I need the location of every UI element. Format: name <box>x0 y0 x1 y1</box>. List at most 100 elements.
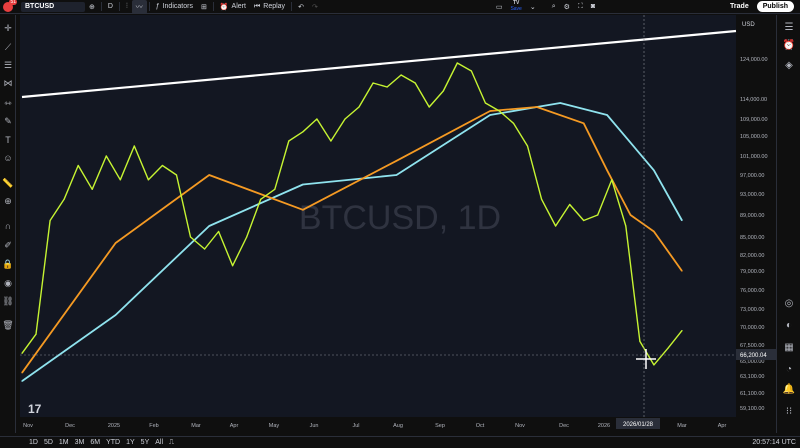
data-point <box>653 169 655 171</box>
y-tick-label: 63,100.00 <box>740 374 764 380</box>
redo-button[interactable]: ↷ <box>308 0 322 14</box>
price-chart[interactable]: BTCUSD, 1D 124,000.00 114,000.00 109,000.0… <box>20 15 776 433</box>
trash-icon[interactable]: 🗑 <box>2 320 13 330</box>
data-point <box>428 106 430 108</box>
range-button-6m[interactable]: 6M <box>87 439 103 446</box>
x-tick-label: May <box>269 423 280 429</box>
date-range-icon[interactable]: ⎍ <box>166 439 177 447</box>
emoji-tool-icon[interactable]: ☺ <box>3 153 13 163</box>
data-point <box>569 203 571 206</box>
data-point <box>274 188 276 190</box>
chevron-down-button[interactable]: ⌄ <box>526 0 540 14</box>
watchlist-icon[interactable]: ☰ <box>783 21 795 33</box>
y-tick-label: 93,000.00 <box>740 192 764 198</box>
notifications-icon[interactable]: 🔔 <box>783 383 795 395</box>
range-button-5y[interactable]: 5Y <box>138 439 153 446</box>
layers-icon[interactable]: ◈ <box>783 59 795 71</box>
data-point <box>115 314 117 316</box>
line-style-button[interactable]: 〰 <box>131 0 147 14</box>
data-point <box>653 364 655 366</box>
bar-style-button[interactable]: ⫶ <box>122 0 132 14</box>
data-point <box>91 188 93 190</box>
data-point <box>559 102 561 104</box>
feed-icon[interactable]: ◔ <box>783 363 795 375</box>
x-tick-label: Feb <box>149 423 158 429</box>
eye-icon[interactable]: ◉ <box>3 278 13 288</box>
data-point <box>400 74 402 76</box>
utc-clock[interactable]: 20:57:14 UTC <box>752 439 796 446</box>
data-point <box>625 225 627 227</box>
data-point <box>189 236 192 238</box>
data-point <box>386 86 388 88</box>
trade-button[interactable]: Trade <box>726 0 753 14</box>
link-icon[interactable]: ⛓ <box>2 296 13 306</box>
data-point <box>611 179 613 181</box>
zoom-in-icon[interactable]: ⊕ <box>3 196 13 206</box>
trade-label: Trade <box>730 3 749 10</box>
data-point <box>246 236 248 238</box>
settings-button[interactable]: ⚙ <box>560 0 574 14</box>
widget-bar: ☰ ⏰ ◈ ◎ ◐ ▦ ◔ 🔔 ⁝⁝ <box>776 15 800 433</box>
range-button-1y[interactable]: 1Y <box>123 439 138 446</box>
data-point <box>21 372 23 374</box>
notification-badge: 51 <box>9 0 17 5</box>
publish-button[interactable]: Publish <box>756 1 794 12</box>
y-tick-label: 76,000.00 <box>740 288 764 294</box>
data-point <box>204 248 206 250</box>
x-tick-label: Jul <box>352 423 359 429</box>
data-point <box>35 333 37 335</box>
interval-button[interactable]: D <box>104 0 117 14</box>
x-tick-label: Jun <box>310 423 319 429</box>
text-tool-icon[interactable]: T <box>3 135 13 145</box>
x-tick-label: Oct <box>476 423 485 429</box>
projection-tool-icon[interactable]: ⇿ <box>3 98 13 108</box>
alert-button[interactable]: ⏰ Alert <box>216 0 250 14</box>
ruler-icon[interactable]: 📏 <box>2 178 13 188</box>
replay-button[interactable]: ⏮ Replay <box>250 0 289 14</box>
range-button-5d[interactable]: 5D <box>41 439 56 446</box>
magnet-icon[interactable]: ∩ <box>3 221 13 231</box>
apps-icon[interactable]: ⁝⁝ <box>783 405 795 417</box>
alarm-icon: ⏰ <box>219 3 229 11</box>
range-button-1m[interactable]: 1M <box>56 439 72 446</box>
data-point <box>583 219 585 222</box>
avatar[interactable]: 51 <box>3 0 17 12</box>
brush-tool-icon[interactable]: ✎ <box>3 116 13 126</box>
trendline-tool-icon[interactable]: ⟋ <box>3 42 13 52</box>
snapshot-button[interactable]: ◙ <box>587 0 599 14</box>
chart-pane[interactable]: BTCUSD, 1D 124,000.00 114,000.00 109,000.0… <box>20 15 776 433</box>
replay-icon: ⏮ <box>253 2 261 10</box>
interval-label: D <box>107 3 113 10</box>
data-point <box>512 122 515 124</box>
data-point <box>489 110 491 112</box>
fullscreen-button[interactable]: ⛶ <box>574 0 587 14</box>
pattern-tool-icon[interactable]: ⋈ <box>3 78 13 88</box>
lock-icon[interactable]: 🔒 <box>2 259 13 269</box>
x-tick-label: Dec <box>65 423 75 429</box>
save-button[interactable]: TV Save <box>506 0 525 14</box>
layout-button[interactable]: ▭ <box>492 0 507 14</box>
alerts-icon[interactable]: ⏰ <box>783 39 795 51</box>
crosshair-icon[interactable]: ✛ <box>3 23 13 33</box>
range-button-ytd[interactable]: YTD <box>103 439 123 446</box>
redo-icon: ↷ <box>311 3 318 11</box>
undo-button[interactable]: ↶ <box>294 0 308 14</box>
add-symbol-button[interactable]: ⊕ <box>85 0 99 14</box>
pencil-lock-icon[interactable]: ✐ <box>3 240 13 250</box>
x-tick-label: Sep <box>435 423 445 429</box>
fib-tool-icon[interactable]: ☰ <box>3 60 13 70</box>
range-button-1d[interactable]: 1D <box>26 439 41 446</box>
range-button-all[interactable]: All <box>152 439 166 446</box>
target-icon[interactable]: ◎ <box>783 297 795 309</box>
data-point <box>316 118 318 120</box>
calendar-icon[interactable]: ▦ <box>783 341 795 353</box>
templates-button[interactable]: ⊞ <box>197 0 211 14</box>
search-button[interactable]: ⌕ <box>548 0 560 14</box>
symbol-search[interactable]: BTCUSD <box>21 1 85 12</box>
y-tick-label: 82,000.00 <box>740 253 764 259</box>
range-button-3m[interactable]: 3M <box>72 439 88 446</box>
indicators-button[interactable]: ƒ Indicators <box>152 0 197 14</box>
data-point <box>681 330 683 332</box>
hotlist-icon[interactable]: ◐ <box>783 319 795 331</box>
divider <box>148 2 150 11</box>
